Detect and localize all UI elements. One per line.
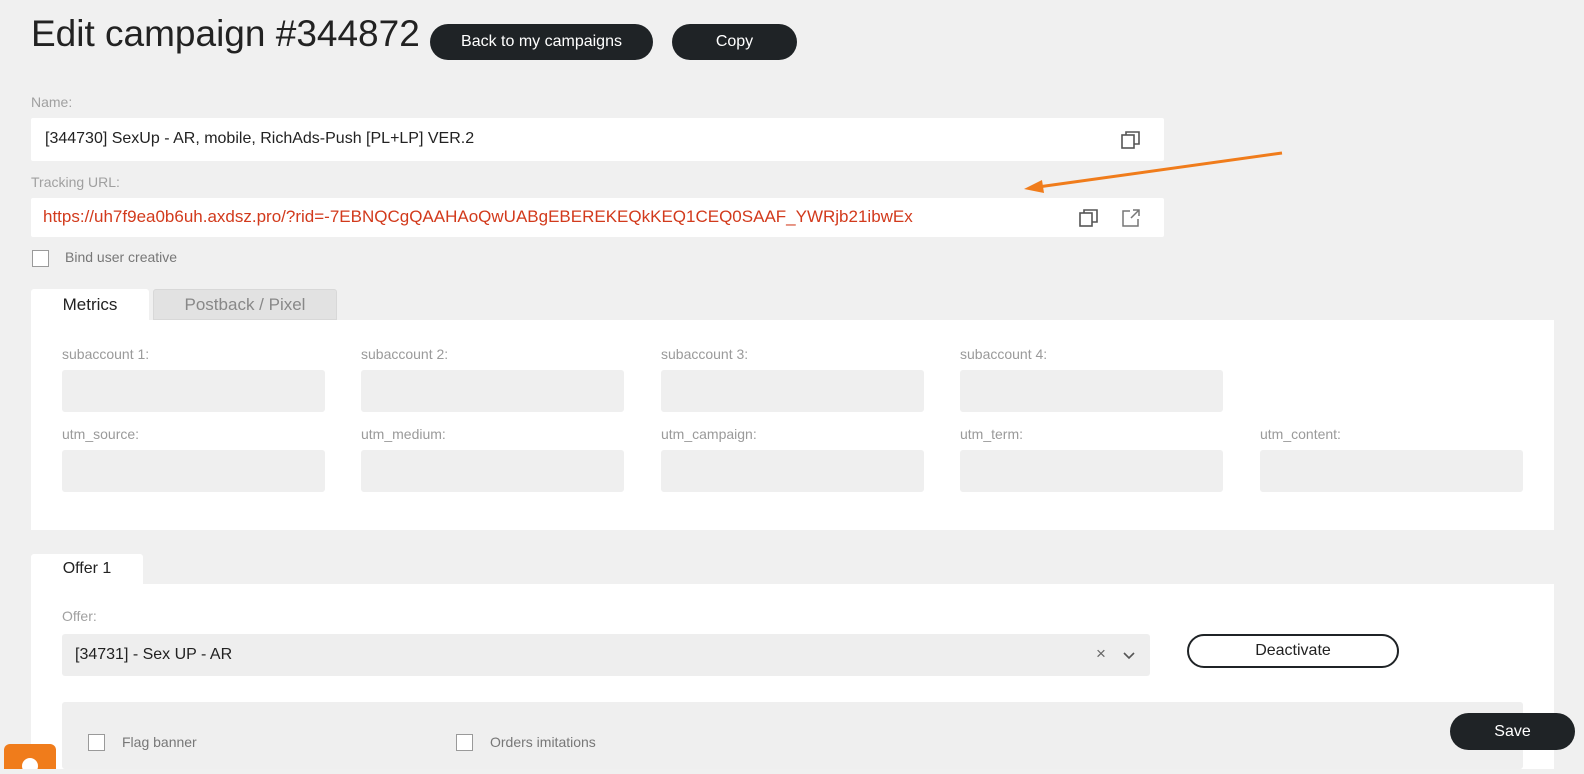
tab-postback-pixel[interactable]: Postback / Pixel <box>153 289 337 320</box>
utm-source-label: utm_source: <box>62 426 140 442</box>
annotation-arrow-icon <box>1024 151 1283 193</box>
copy-button[interactable]: Copy <box>672 24 797 60</box>
utm-content-input[interactable] <box>1260 450 1523 492</box>
flag-banner-checkbox[interactable] <box>88 734 105 751</box>
orders-imitations-label: Orders imitations <box>490 734 596 750</box>
subaccount-4-input[interactable] <box>960 370 1223 412</box>
chat-widget-button[interactable] <box>4 744 56 774</box>
tracking-url-field: https://uh7f9ea0b6uh.axdsz.pro/?rid=-7EB… <box>31 198 1164 237</box>
subaccount-2-input[interactable] <box>361 370 624 412</box>
save-button[interactable]: Save <box>1450 713 1575 750</box>
back-to-campaigns-button[interactable]: Back to my campaigns <box>430 24 653 60</box>
subaccount-1-label: subaccount 1: <box>62 346 150 362</box>
orders-imitations-checkbox[interactable] <box>456 734 473 751</box>
offer-label: Offer: <box>62 608 97 624</box>
name-input[interactable]: [344730] SexUp - AR, mobile, RichAds-Pus… <box>31 118 1164 161</box>
subaccount-3-label: subaccount 3: <box>661 346 749 362</box>
copy-url-icon[interactable] <box>1078 207 1100 229</box>
utm-campaign-label: utm_campaign: <box>661 426 757 442</box>
chat-icon <box>22 758 38 774</box>
tab-metrics[interactable]: Metrics <box>31 289 149 320</box>
subaccount-3-input[interactable] <box>661 370 924 412</box>
utm-source-input[interactable] <box>62 450 325 492</box>
subaccount-1-input[interactable] <box>62 370 325 412</box>
bind-user-creative-label: Bind user creative <box>65 249 178 265</box>
page-title: Edit campaign #344872 <box>31 13 420 54</box>
flag-banner-label: Flag banner <box>122 734 197 750</box>
utm-term-input[interactable] <box>960 450 1223 492</box>
metrics-panel: subaccount 1: subaccount 2: subaccount 3… <box>31 320 1554 530</box>
chevron-down-icon[interactable] <box>1120 646 1138 664</box>
deactivate-button[interactable]: Deactivate <box>1187 634 1399 668</box>
subaccount-4-label: subaccount 4: <box>960 346 1048 362</box>
name-label: Name: <box>31 94 73 110</box>
utm-medium-label: utm_medium: <box>361 426 446 442</box>
tracking-url-link[interactable]: https://uh7f9ea0b6uh.axdsz.pro/?rid=-7EB… <box>43 207 913 227</box>
clear-icon[interactable]: × <box>1096 644 1106 664</box>
name-value: [344730] SexUp - AR, mobile, RichAds-Pus… <box>45 130 475 147</box>
open-external-icon[interactable] <box>1120 207 1142 229</box>
bind-user-creative-checkbox[interactable] <box>32 250 49 267</box>
offer-selected-value: [34731] - Sex UP - AR <box>75 646 233 663</box>
offer-options-panel <box>62 702 1523 769</box>
offer-select[interactable]: [34731] - Sex UP - AR × <box>62 634 1150 676</box>
subaccount-2-label: subaccount 2: <box>361 346 449 362</box>
utm-campaign-input[interactable] <box>661 450 924 492</box>
tracking-url-label: Tracking URL: <box>31 174 120 190</box>
utm-medium-input[interactable] <box>361 450 624 492</box>
utm-content-label: utm_content: <box>1260 426 1341 442</box>
tab-offer-1[interactable]: Offer 1 <box>31 554 143 584</box>
utm-term-label: utm_term: <box>960 426 1024 442</box>
